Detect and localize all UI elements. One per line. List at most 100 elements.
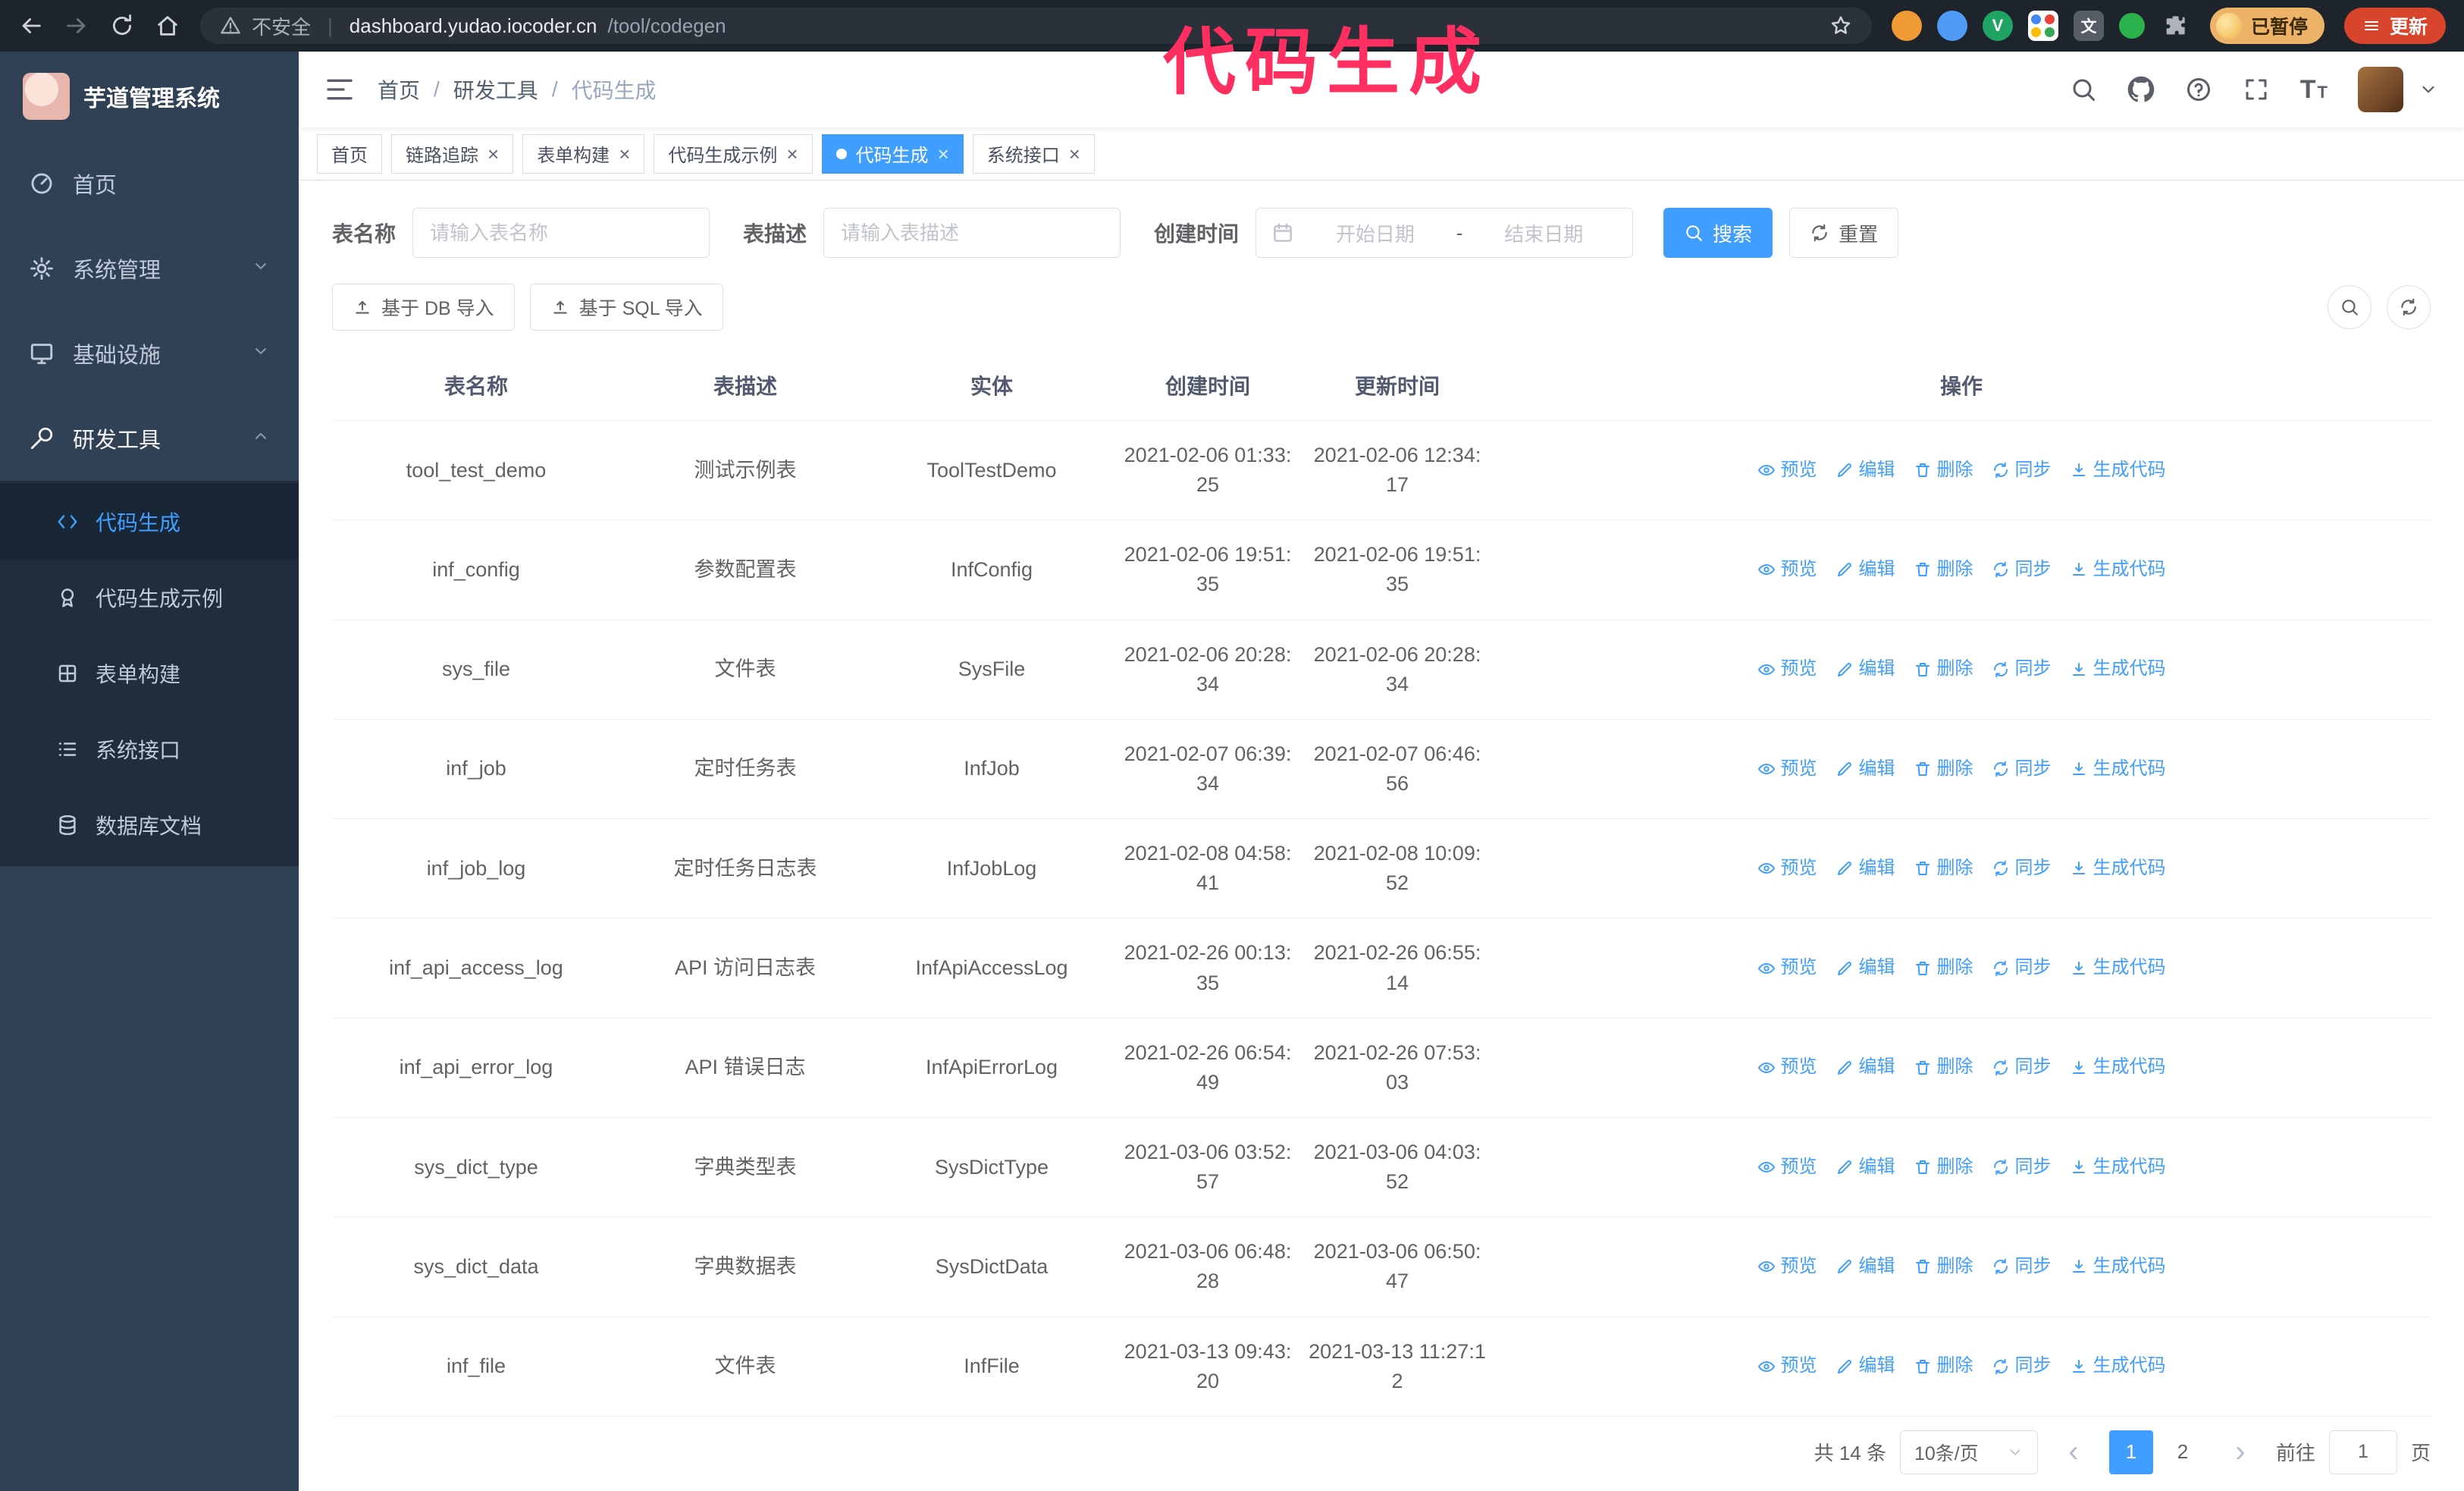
breadcrumb-item[interactable]: 研发工具 [453,74,538,105]
app-logo[interactable]: 芋道管理系统 [0,52,299,141]
action-delete[interactable]: 删除 [1914,1054,1973,1081]
extension-v-icon[interactable]: V [1982,11,2013,41]
action-preview[interactable]: 预览 [1757,1353,1817,1380]
tab[interactable]: 表单构建 × [522,133,645,174]
sidebar-item[interactable]: 首页 [0,141,299,226]
action-edit[interactable]: 编辑 [1835,756,1895,783]
sidebar-item[interactable]: 研发工具 [0,396,299,481]
action-preview[interactable]: 预览 [1757,855,1817,882]
action-edit[interactable]: 编辑 [1835,1054,1895,1081]
fullscreen-icon[interactable] [2243,76,2270,103]
search-icon[interactable] [2070,76,2097,103]
action-delete[interactable]: 删除 [1914,457,1973,484]
action-edit[interactable]: 编辑 [1835,1353,1895,1380]
action-sync[interactable]: 同步 [1992,557,2052,583]
goto-page-input[interactable] [2328,1430,2397,1474]
tab[interactable]: 链路追踪 × [391,133,514,174]
extension-people-icon[interactable] [2027,11,2058,41]
action-preview[interactable]: 预览 [1757,955,1817,981]
action-generate[interactable]: 生成代码 [2070,656,2166,683]
reset-button[interactable]: 重置 [1789,208,1899,258]
sidebar-item[interactable]: 系统管理 [0,226,299,311]
help-icon[interactable] [2185,76,2212,103]
breadcrumb-item[interactable]: 代码生成 [572,74,657,105]
address-bar[interactable]: 不安全 | dashboard.yudao.iocoder.cn/tool/co… [200,8,1872,44]
action-delete[interactable]: 删除 [1914,1154,1973,1181]
action-edit[interactable]: 编辑 [1835,1154,1895,1181]
user-avatar[interactable] [2358,67,2403,112]
action-generate[interactable]: 生成代码 [2070,457,2166,484]
import-sql-button[interactable]: 基于 SQL 导入 [529,284,723,331]
update-button[interactable]: 更新 [2343,8,2446,44]
font-size-icon[interactable]: TT [2300,75,2328,105]
action-edit[interactable]: 编辑 [1835,955,1895,981]
close-icon[interactable]: × [487,144,499,164]
action-sync[interactable]: 同步 [1992,955,2052,981]
prev-page-button[interactable]: ‹ [2051,1430,2096,1474]
action-generate[interactable]: 生成代码 [2070,1254,2166,1280]
action-generate[interactable]: 生成代码 [2070,1054,2166,1081]
action-preview[interactable]: 预览 [1757,1254,1817,1280]
extension-translate-icon[interactable]: 文 [2073,11,2104,41]
action-generate[interactable]: 生成代码 [2070,1353,2166,1380]
extension-leaf-icon[interactable] [2118,13,2145,39]
breadcrumb-item[interactable]: 首页 [378,74,420,105]
action-sync[interactable]: 同步 [1992,1353,2052,1380]
sidebar-subitem[interactable]: 代码生成示例 [0,560,299,636]
action-generate[interactable]: 生成代码 [2070,1154,2166,1181]
action-delete[interactable]: 删除 [1914,955,1973,981]
extension-lion-icon[interactable] [1891,11,1922,41]
action-delete[interactable]: 删除 [1914,557,1973,583]
chevron-down-icon[interactable] [2419,80,2438,99]
tab[interactable]: 代码生成 × [821,133,964,174]
action-sync[interactable]: 同步 [1992,1054,2052,1081]
action-sync[interactable]: 同步 [1992,457,2052,484]
forward-icon[interactable] [64,13,89,39]
browser-home-icon[interactable] [155,13,180,39]
action-edit[interactable]: 编辑 [1835,855,1895,882]
action-edit[interactable]: 编辑 [1835,1254,1895,1280]
close-icon[interactable]: × [1069,144,1080,164]
tab[interactable]: 首页 [317,133,382,174]
date-range-picker[interactable]: 开始日期 - 结束日期 [1256,208,1634,258]
action-preview[interactable]: 预览 [1757,557,1817,583]
close-icon[interactable]: × [938,144,949,164]
reload-icon[interactable] [109,13,135,39]
action-delete[interactable]: 删除 [1914,1353,1973,1380]
action-preview[interactable]: 预览 [1757,756,1817,783]
action-preview[interactable]: 预览 [1757,1154,1817,1181]
close-icon[interactable]: × [619,144,630,164]
sidebar-item[interactable]: 基础设施 [0,311,299,396]
tab[interactable]: 代码生成示例 × [654,133,813,174]
page-number-button[interactable]: 1 [2108,1430,2153,1474]
extensions-puzzle-icon[interactable] [2160,11,2190,41]
action-sync[interactable]: 同步 [1992,756,2052,783]
toggle-search-button[interactable] [2328,285,2372,329]
action-sync[interactable]: 同步 [1992,1254,2052,1280]
sidebar-subitem[interactable]: 代码生成 [0,484,299,560]
import-db-button[interactable]: 基于 DB 导入 [332,284,515,331]
action-delete[interactable]: 删除 [1914,855,1973,882]
action-delete[interactable]: 删除 [1914,656,1973,683]
github-icon[interactable] [2127,76,2155,103]
action-delete[interactable]: 删除 [1914,756,1973,783]
sidebar-subitem[interactable]: 表单构建 [0,636,299,711]
action-generate[interactable]: 生成代码 [2070,955,2166,981]
table-name-input[interactable] [412,208,710,258]
action-generate[interactable]: 生成代码 [2070,855,2166,882]
action-edit[interactable]: 编辑 [1835,557,1895,583]
sidebar-subitem[interactable]: 系统接口 [0,711,299,787]
action-sync[interactable]: 同步 [1992,656,2052,683]
action-preview[interactable]: 预览 [1757,1054,1817,1081]
action-sync[interactable]: 同步 [1992,1154,2052,1181]
action-preview[interactable]: 预览 [1757,656,1817,683]
action-delete[interactable]: 删除 [1914,1254,1973,1280]
close-icon[interactable]: × [786,144,798,164]
action-edit[interactable]: 编辑 [1835,656,1895,683]
action-generate[interactable]: 生成代码 [2070,557,2166,583]
next-page-button[interactable]: › [2218,1430,2262,1474]
action-edit[interactable]: 编辑 [1835,457,1895,484]
bookmark-star-icon[interactable] [1829,14,1852,37]
back-icon[interactable] [18,13,44,39]
action-generate[interactable]: 生成代码 [2070,756,2166,783]
